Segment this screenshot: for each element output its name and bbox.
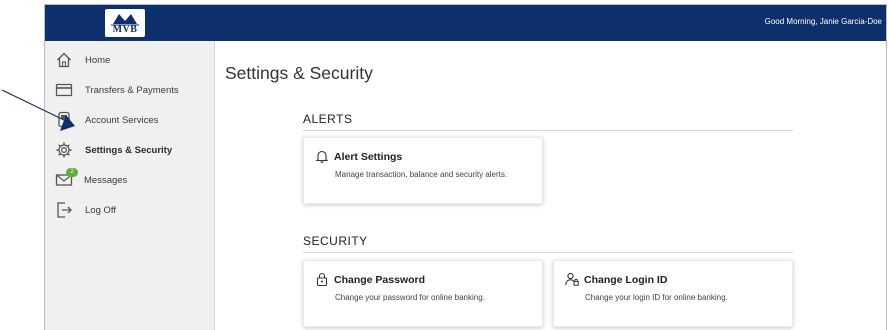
card-title: Change Login ID [584, 274, 668, 286]
main-content: Settings & Security ALERTS Alert Setting… [215, 41, 886, 330]
sidebar-item-transfers-payments[interactable]: Transfers & Payments [55, 81, 213, 101]
sidebar-item-account-services[interactable]: Account Services [55, 111, 213, 131]
sidebar-item-label: Settings & Security [85, 145, 173, 156]
bell-icon [315, 150, 329, 163]
card-description: Change your password for online banking. [335, 293, 485, 302]
messages-count-badge: 2 [66, 168, 78, 177]
sidebar-item-label: Home [85, 55, 111, 66]
top-bar: MVB Good Morning, Janie Garcia-Doe [45, 5, 886, 41]
sidebar-item-label: Transfers & Payments [85, 85, 179, 96]
sidebar-item-home[interactable]: Home [55, 51, 213, 71]
alert-settings-card[interactable]: Alert Settings Manage transaction, balan… [303, 137, 543, 204]
card-title: Alert Settings [334, 151, 403, 163]
sidebar-item-label: Log Off [85, 205, 116, 216]
sidebar-item-settings-security[interactable]: Settings & Security [55, 141, 213, 161]
sidebar-item-label: Messages [84, 175, 128, 186]
section-title-security: SECURITY [303, 234, 793, 253]
change-login-id-card[interactable]: Change Login ID Change your login ID for… [553, 260, 793, 327]
user-key-icon [565, 272, 579, 286]
sidebar-item-messages[interactable]: 2 Messages [55, 168, 213, 191]
logout-icon [57, 202, 72, 218]
account-services-icon [58, 111, 70, 128]
card-description: Change your login ID for online banking. [585, 293, 728, 302]
sidebar-item-label: Account Services [85, 115, 159, 126]
sidebar-item-log-off[interactable]: Log Off [55, 201, 213, 221]
section-title-alerts: ALERTS [303, 112, 793, 131]
change-password-card[interactable]: Change Password Change your password for… [303, 260, 543, 327]
card-icon [55, 83, 73, 97]
logo-text: MVB [112, 24, 138, 35]
home-icon [57, 52, 71, 68]
mvb-logo[interactable]: MVB [105, 9, 145, 37]
card-title: Change Password [334, 274, 426, 286]
card-description: Manage transaction, balance and security… [335, 170, 508, 179]
greeting-text: Good Morning, Janie Garcia-Doe [764, 17, 882, 26]
app-window: MVB Good Morning, Janie Garcia-Doe Home … [44, 4, 887, 330]
page-title: Settings & Security [225, 63, 373, 83]
lock-icon [316, 272, 328, 286]
sidebar: Home Transfers & Payments Account Servic… [45, 41, 215, 330]
gear-icon [56, 142, 72, 158]
